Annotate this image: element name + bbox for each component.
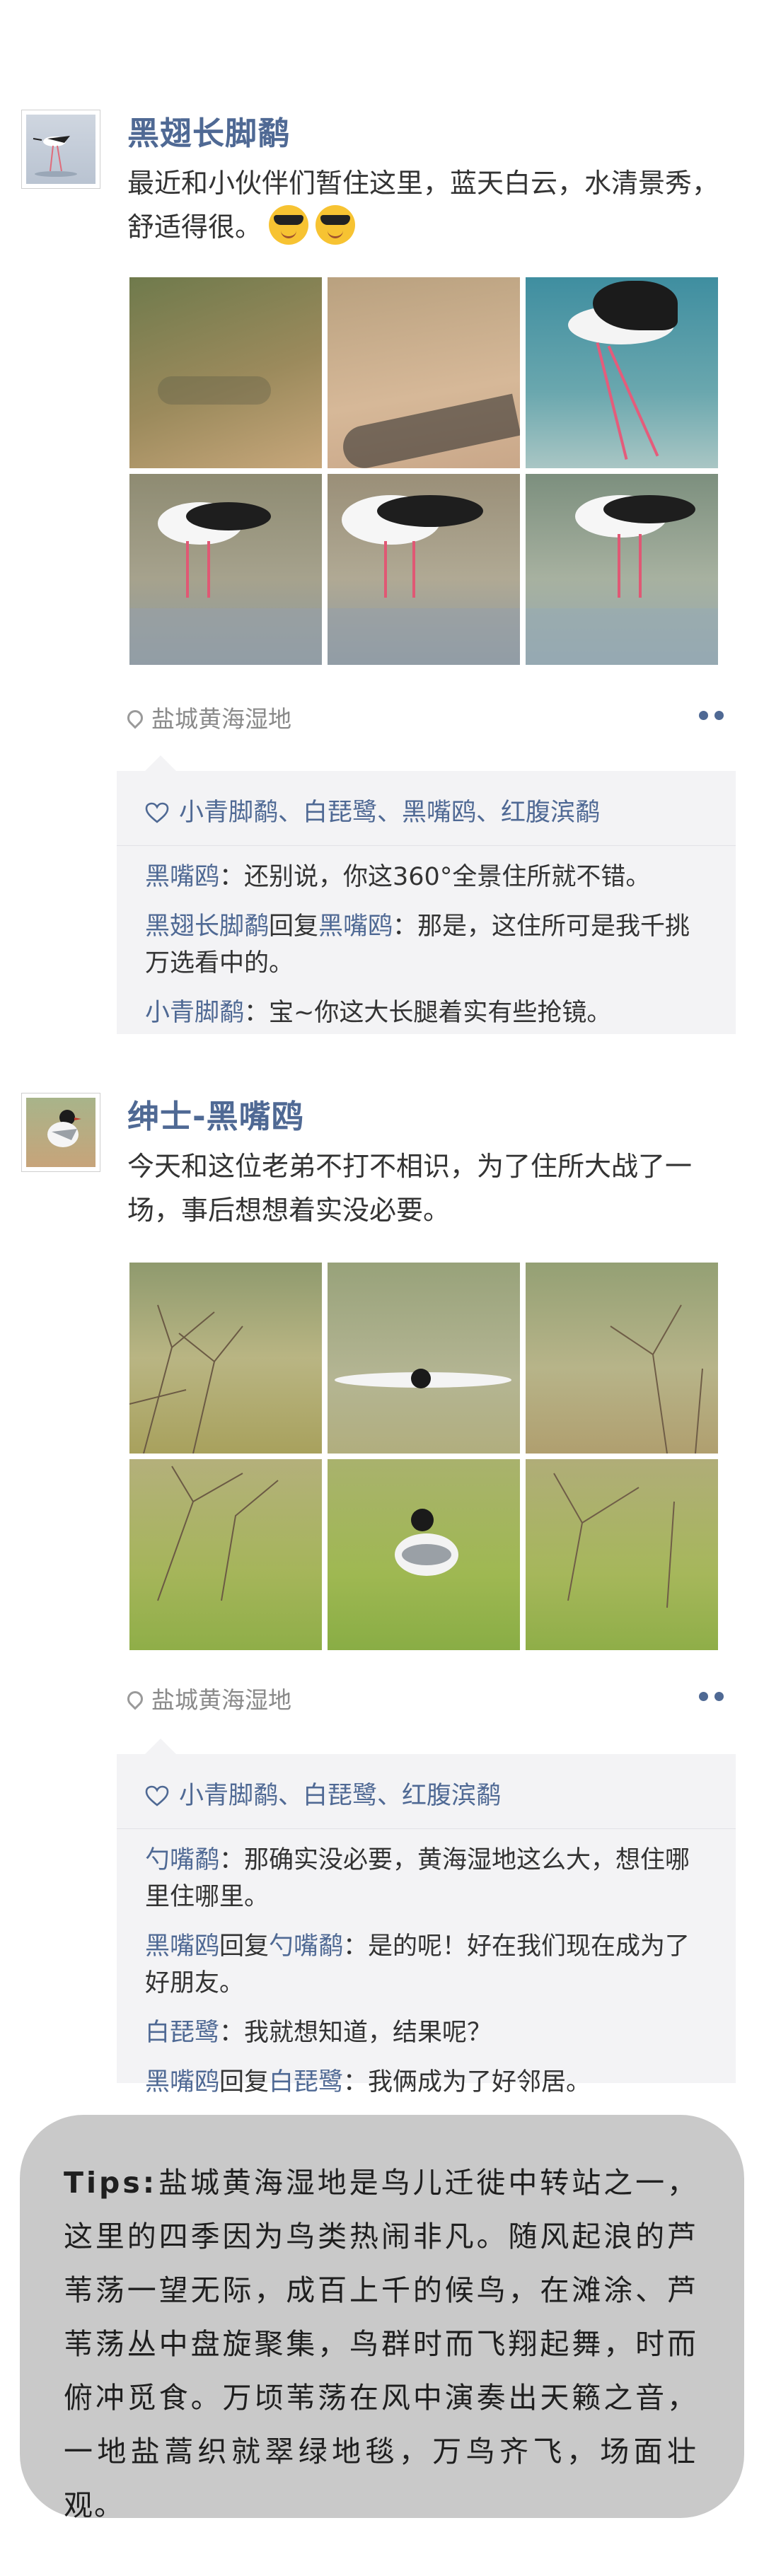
comment[interactable]: 勺嘴鹬：那确实没必要，黄海湿地这么大，想住哪里住哪里。 <box>117 1842 736 1915</box>
reply-word: 回复 <box>269 912 319 941</box>
location-tag[interactable]: 盐城黄海湿地 <box>124 700 291 734</box>
location-label: 盐城黄海湿地 <box>151 705 291 733</box>
sunglasses-emoji-icon <box>316 205 356 245</box>
post-text-line: 最近和小伙伴们暂住这里，蓝天白云，水清景秀， <box>127 168 719 199</box>
comment-reply-to[interactable]: 勺嘴鹬 <box>269 1932 343 1961</box>
post-author-name[interactable]: 绅士-黑嘴鸥 <box>127 1091 304 1137</box>
tips-box: Tips:盐城黄海湿地是鸟儿迁徙中转站之一，这里的四季因为鸟类热闹非凡。随风起浪… <box>20 2115 744 2522</box>
comment-user[interactable]: 黑嘴鸥 <box>145 2068 219 2096</box>
heart-icon[interactable] <box>145 1785 169 1806</box>
comment-reply-to[interactable]: 白琵鹭 <box>269 2068 343 2096</box>
photo-tile[interactable] <box>526 474 718 665</box>
comment-user[interactable]: 黑翅长脚鹬 <box>145 912 269 941</box>
post-author-name[interactable]: 黑翅长脚鹬 <box>127 108 290 153</box>
photo-tile[interactable] <box>526 1459 718 1650</box>
comment[interactable]: 黑嘴鸥：还别说，你这360°全景住所就不错。 <box>117 859 736 895</box>
photo-tile[interactable] <box>328 277 520 468</box>
reply-word: 回复 <box>219 2068 270 2096</box>
comment-text: ：宝~你这大长腿着实有些抢镜。 <box>244 999 612 1027</box>
comment[interactable]: 黑嘴鸥回复白琵鹭：我俩成为了好邻居。 <box>117 2064 736 2101</box>
location-pin-icon <box>124 707 146 729</box>
location-pin-icon <box>124 1688 146 1710</box>
comment-text: ：我俩成为了好邻居。 <box>343 2068 591 2096</box>
comment[interactable]: 黑嘴鸥回复勺嘴鹬：是的呢！好在我们现在成为了好朋友。 <box>117 1928 736 2002</box>
comment-section: 小青脚鹬、白琵鹭、红腹滨鹬 勺嘴鹬：那确实没必要，黄海湿地这么大，想住哪里住哪里… <box>117 1739 736 2096</box>
comment-user[interactable]: 勺嘴鹬 <box>145 1846 219 1874</box>
comment[interactable]: 白琵鹭：我就想知道，结果呢？ <box>117 2014 736 2051</box>
avatar[interactable] <box>21 110 100 189</box>
likes-names[interactable]: 小青脚鹬、白琵鹭、黑嘴鸥、红腹滨鹬 <box>179 799 600 827</box>
photo-tile[interactable] <box>328 1263 520 1454</box>
comment-user[interactable]: 白琵鹭 <box>145 2019 219 2047</box>
more-options-icon[interactable] <box>699 1692 729 1702</box>
comment[interactable]: 黑翅长脚鹬回复黑嘴鸥：那是，这住所可是我千挑万选看中的。 <box>117 908 736 982</box>
photo-tile[interactable] <box>328 474 520 665</box>
post-text-line: 今天和这位老弟不打不相识，为了住所大战了一 <box>127 1151 693 1182</box>
comment-user[interactable]: 黑嘴鸥 <box>145 1932 219 1961</box>
likes-names[interactable]: 小青脚鹬、白琵鹭、红腹滨鹬 <box>179 1782 501 1810</box>
photo-grid <box>129 277 727 665</box>
photo-tile[interactable] <box>526 277 718 468</box>
photo-tile[interactable] <box>129 474 322 665</box>
comment-text: ：那确实没必要，黄海湿地这么大，想住哪里住哪里。 <box>145 1846 690 1911</box>
comment-text: ：我就想知道，结果呢？ <box>219 2019 492 2047</box>
tips-label: Tips: <box>64 2166 158 2200</box>
heart-icon[interactable] <box>145 801 169 823</box>
post-text-line: 场，事后想想着实没必要。 <box>127 1195 451 1226</box>
photo-tile[interactable] <box>526 1263 718 1454</box>
likes-row: 小青脚鹬、白琵鹭、红腹滨鹬 <box>117 1754 736 1829</box>
photo-tile[interactable] <box>129 277 322 468</box>
reply-word: 回复 <box>219 1932 270 1961</box>
post-text: 最近和小伙伴们暂住这里，蓝天白云，水清景秀， 舒适得很。 <box>127 161 729 249</box>
photo-grid <box>129 1263 727 1650</box>
photo-tile[interactable] <box>129 1263 322 1454</box>
sunglasses-emoji-icon <box>269 205 309 245</box>
comment[interactable]: 小青脚鹬：宝~你这大长腿着实有些抢镜。 <box>117 994 736 1031</box>
comment-user[interactable]: 小青脚鹬 <box>145 999 244 1027</box>
photo-tile[interactable] <box>328 1459 520 1650</box>
photo-tile[interactable] <box>129 1459 322 1650</box>
post-text-line: 舒适得很。 <box>127 205 729 249</box>
post-text-line-2: 舒适得很。 <box>127 211 262 243</box>
comment-section: 小青脚鹬、白琵鹭、黑嘴鸥、红腹滨鹬 黑嘴鸥：还别说，你这360°全景住所就不错。… <box>117 755 736 1034</box>
more-options-icon[interactable] <box>699 711 729 721</box>
comment-text: ：还别说，你这360°全景住所就不错。 <box>219 863 651 891</box>
location-tag[interactable]: 盐城黄海湿地 <box>124 1681 291 1715</box>
comment-user[interactable]: 黑嘴鸥 <box>145 863 219 891</box>
post-text: 今天和这位老弟不打不相识，为了住所大战了一 场，事后想想着实没必要。 <box>127 1144 729 1232</box>
location-label: 盐城黄海湿地 <box>151 1686 291 1714</box>
avatar[interactable] <box>21 1093 100 1172</box>
tips-text: 盐城黄海湿地是鸟儿迁徙中转站之一，这里的四季因为鸟类热闹非凡。随风起浪的芦苇荡一… <box>64 2166 698 2522</box>
likes-row: 小青脚鹬、白琵鹭、黑嘴鸥、红腹滨鹬 <box>117 771 736 846</box>
comment-reply-to[interactable]: 黑嘴鸥 <box>318 912 393 941</box>
